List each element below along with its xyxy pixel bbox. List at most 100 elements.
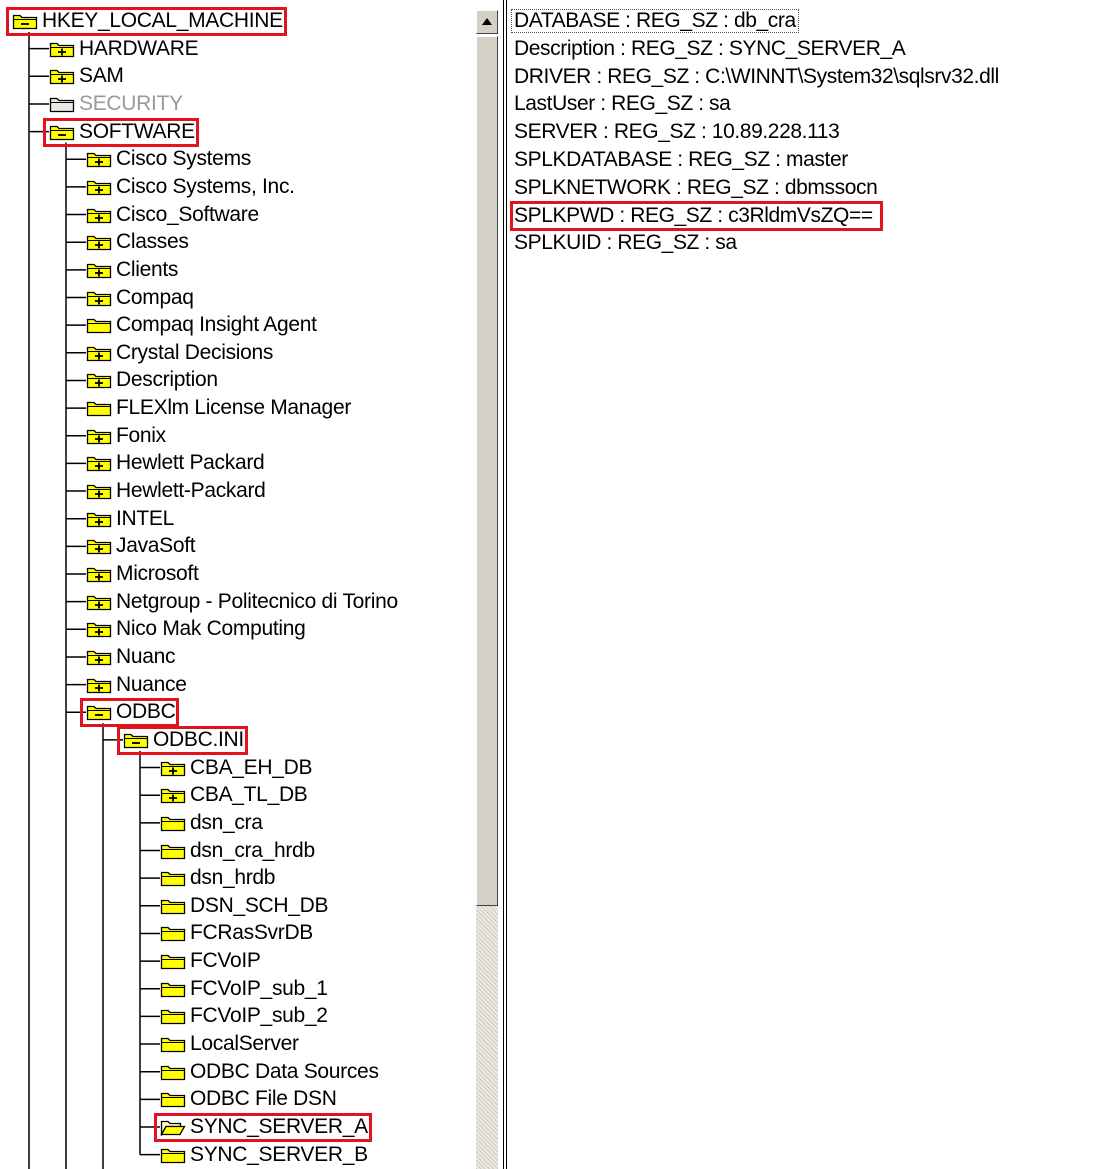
folder-plus-icon[interactable] [86, 261, 112, 279]
tree-node-fcvoip-sub-2[interactable]: FCVoIP_sub_2 [160, 1003, 328, 1029]
tree-node-nuanc[interactable]: Nuanc [86, 644, 176, 670]
tree-node-cisco-software[interactable]: Cisco_Software [86, 202, 259, 228]
tree-node-compaq[interactable]: Compaq [86, 285, 194, 311]
folder-plus-icon[interactable] [86, 482, 112, 500]
tree-node-hewlett-packard[interactable]: Hewlett-Packard [86, 478, 266, 504]
tree-node-label: dsn_hrdb [190, 866, 276, 890]
tree-node-microsoft[interactable]: Microsoft [86, 561, 199, 587]
tree-node-sam[interactable]: SAM [49, 63, 124, 89]
tree-node-fonix[interactable]: Fonix [86, 423, 166, 449]
tree-node-dsn-cra[interactable]: dsn_cra [160, 810, 263, 836]
value-row[interactable]: SPLKUID : REG_SZ : sa [510, 230, 741, 256]
tree-node-hewlett-packard[interactable]: Hewlett Packard [86, 450, 265, 476]
tree-node-cisco-systems-inc[interactable]: Cisco Systems, Inc. [86, 174, 295, 200]
tree-node-intel[interactable]: INTEL [86, 506, 174, 532]
value-row[interactable]: DATABASE : REG_SZ : db_cra [510, 8, 800, 34]
tree-node-classes[interactable]: Classes [86, 229, 189, 255]
value-row[interactable]: DRIVER : REG_SZ : C:\WINNT\System32\sqls… [510, 64, 1003, 90]
value-row[interactable]: SERVER : REG_SZ : 10.89.228.113 [510, 119, 843, 145]
folder-plus-icon[interactable] [86, 537, 112, 555]
tree-node-fcvoip[interactable]: FCVoIP [160, 948, 261, 974]
tree-node-clients[interactable]: Clients [86, 257, 178, 283]
folder-minus-icon[interactable] [86, 703, 112, 721]
pane-splitter[interactable] [500, 0, 510, 1169]
tree-node-crystal-decisions[interactable]: Crystal Decisions [86, 340, 273, 366]
tree-node-cba-tl-db[interactable]: CBA_TL_DB [160, 782, 308, 808]
tree-node-label: FCRasSvrDB [190, 921, 314, 945]
folder-plus-icon[interactable] [86, 206, 112, 224]
tree-node-flexlm-license-manager[interactable]: FLEXlm License Manager [86, 395, 351, 421]
folder-plus-icon[interactable] [86, 371, 112, 389]
tree-node-label: ODBC.INI [153, 727, 244, 751]
tree-node-security[interactable]: SECURITY [49, 91, 183, 117]
folder-icon [160, 842, 186, 860]
tree-node-label: DSN_SCH_DB [190, 893, 329, 917]
value-row[interactable]: Description : REG_SZ : SYNC_SERVER_A [510, 36, 909, 62]
tree-node-cisco-systems[interactable]: Cisco Systems [86, 146, 251, 172]
folder-plus-icon[interactable] [86, 510, 112, 528]
folder-icon [160, 814, 186, 832]
value-row[interactable]: SPLKNETWORK : REG_SZ : dbmssocn [510, 175, 881, 201]
scroll-track[interactable] [476, 906, 498, 1169]
tree-node-label: Nico Mak Computing [116, 617, 306, 641]
tree-node-label: ODBC [116, 700, 176, 724]
value-row[interactable]: SPLKDATABASE : REG_SZ : master [510, 147, 852, 173]
folder-icon [160, 869, 186, 887]
tree-node-fcrassvrdb[interactable]: FCRasSvrDB [160, 920, 313, 946]
folder-plus-icon[interactable] [86, 289, 112, 307]
tree-node-dsn-sch-db[interactable]: DSN_SCH_DB [160, 893, 329, 919]
tree-node-dsn-hrdb[interactable]: dsn_hrdb [160, 865, 275, 891]
tree-node-fcvoip-sub-1[interactable]: FCVoIP_sub_1 [160, 976, 328, 1002]
tree-node-label: SAM [79, 64, 124, 88]
tree-node-compaq-insight-agent[interactable]: Compaq Insight Agent [86, 312, 317, 338]
folder-plus-icon[interactable] [86, 233, 112, 251]
values-panel: DATABASE : REG_SZ : db_cra Description : … [510, 0, 1097, 1169]
tree-node-nuance[interactable]: Nuance [86, 672, 187, 698]
folder-minus-icon[interactable] [123, 731, 149, 749]
folder-icon [160, 980, 186, 998]
value-row[interactable]: LastUser : REG_SZ : sa [510, 91, 734, 117]
folder-plus-icon[interactable] [49, 67, 75, 85]
tree-scrollbar[interactable] [474, 0, 500, 1169]
tree-node-hardware[interactable]: HARDWARE [49, 36, 199, 62]
folder-plus-icon[interactable] [49, 40, 75, 58]
tree-node-label: CBA_EH_DB [190, 755, 313, 779]
folder-plus-icon[interactable] [86, 648, 112, 666]
folder-plus-icon[interactable] [86, 676, 112, 694]
folder-plus-icon[interactable] [86, 150, 112, 168]
folder-plus-icon[interactable] [86, 593, 112, 611]
scroll-up-button[interactable] [476, 10, 498, 34]
folder-plus-icon[interactable] [86, 344, 112, 362]
folder-open-icon[interactable] [12, 12, 38, 30]
tree-node-javasoft[interactable]: JavaSoft [86, 533, 196, 559]
tree-node-hkey-local-machine[interactable]: HKEY_LOCAL_MACHINE [12, 8, 283, 34]
tree-node-sync-server-b[interactable]: SYNC_SERVER_B [160, 1142, 368, 1168]
value-row[interactable]: SPLKPWD : REG_SZ : c3RldmVsZQ== [510, 203, 877, 229]
scroll-thumb[interactable] [476, 36, 498, 906]
tree-node-odbc-data-sources[interactable]: ODBC Data Sources [160, 1059, 379, 1085]
scroll-up-arrow-icon [482, 18, 492, 25]
folder-plus-icon[interactable] [86, 454, 112, 472]
tree-node-odbc-ini[interactable]: ODBC.INI [123, 727, 244, 753]
tree-node-odbc[interactable]: ODBC [86, 699, 176, 725]
tree-node-label: Fonix [116, 423, 166, 447]
folder-icon [160, 897, 186, 915]
folder-plus-icon[interactable] [160, 786, 186, 804]
tree-node-odbc-file-dsn[interactable]: ODBC File DSN [160, 1086, 337, 1112]
tree-node-label: LocalServer [190, 1032, 299, 1056]
tree-node-netgroup-politecnico-di-torino[interactable]: Netgroup - Politecnico di Torino [86, 589, 398, 615]
tree-node-description[interactable]: Description [86, 367, 218, 393]
tree-node-nico-mak-computing[interactable]: Nico Mak Computing [86, 616, 306, 642]
folder-plus-icon[interactable] [86, 565, 112, 583]
folder-plus-icon[interactable] [160, 759, 186, 777]
folder-plus-icon[interactable] [86, 178, 112, 196]
folder-minus-icon[interactable] [49, 123, 75, 141]
tree-node-software[interactable]: SOFTWARE [49, 119, 195, 145]
tree-node-dsn-cra-hrdb[interactable]: dsn_cra_hrdb [160, 838, 315, 864]
folder-plus-icon[interactable] [86, 427, 112, 445]
tree-node-label: SOFTWARE [79, 119, 195, 143]
tree-node-cba-eh-db[interactable]: CBA_EH_DB [160, 755, 312, 781]
tree-node-sync-server-a[interactable]: SYNC_SERVER_A [160, 1114, 368, 1140]
folder-plus-icon[interactable] [86, 620, 112, 638]
tree-node-localserver[interactable]: LocalServer [160, 1031, 299, 1057]
